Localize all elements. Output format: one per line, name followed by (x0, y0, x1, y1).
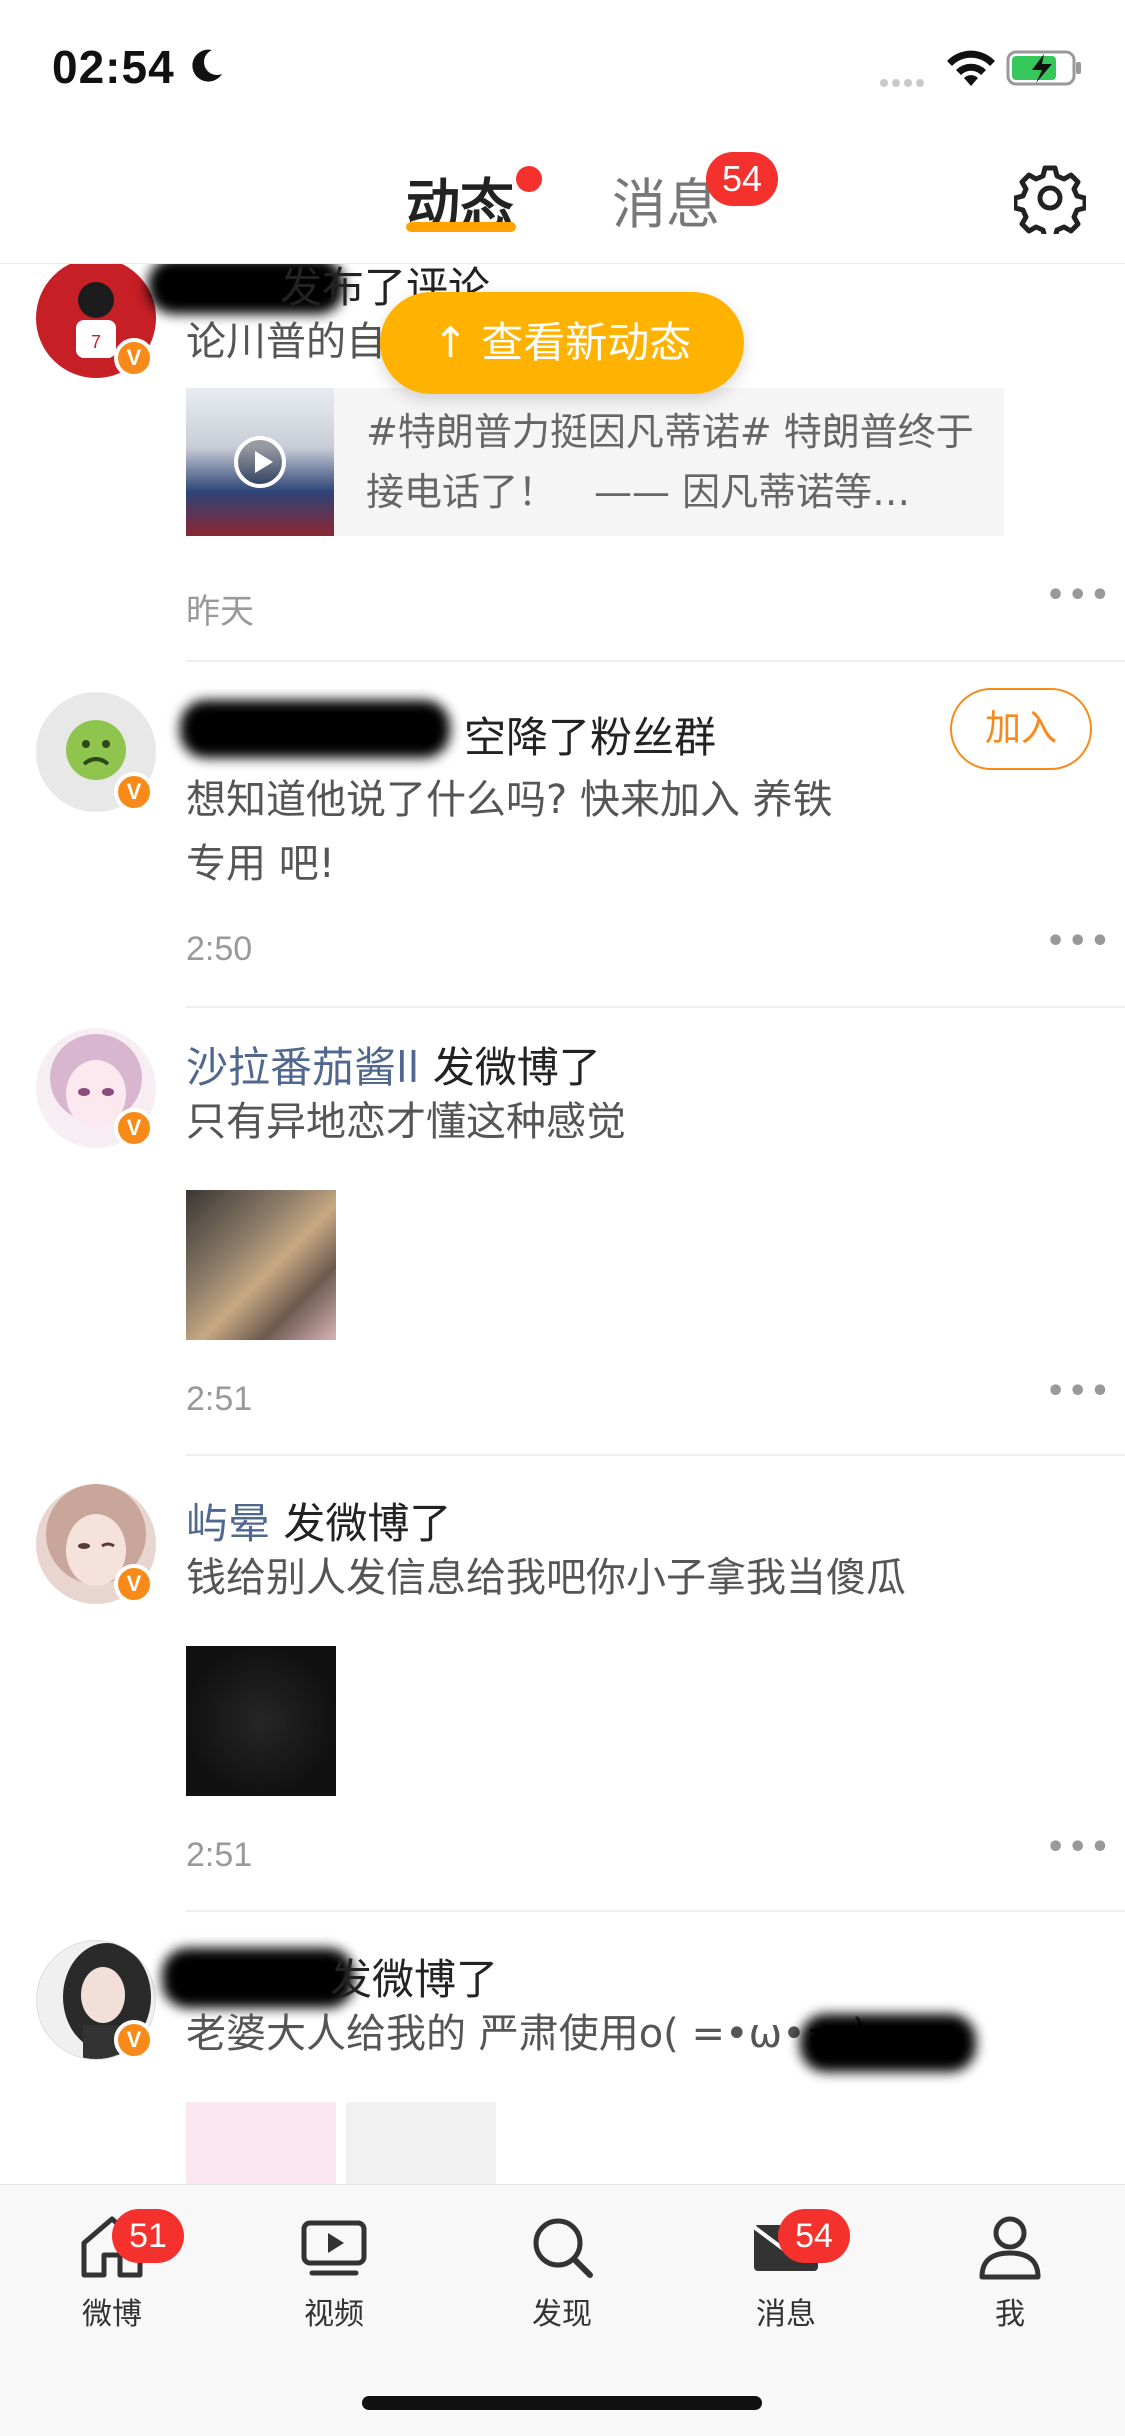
verified-badge-icon: V (114, 2020, 154, 2060)
feed-item[interactable]: V 屿晕 发微博了 钱给别人发信息给我吧你小子拿我当傻瓜 2:51 ••• (0, 1484, 1125, 1944)
nav-home[interactable]: 微博 51 (32, 2209, 192, 2351)
comment-text: 论川普的自 (186, 319, 386, 365)
video-thumbnail (186, 388, 334, 536)
join-group-button[interactable]: 加入 (950, 688, 1092, 770)
post-text: 老婆大人给我的 严肃使用o( =•ω•= ) (186, 2011, 868, 2057)
post-text: 钱给别人发信息给我吧你小子拿我当傻瓜 (186, 1555, 906, 1601)
nav-profile[interactable]: 我 (930, 2211, 1090, 2351)
timestamp: 2:50 (186, 930, 253, 968)
tab-active-indicator (406, 222, 516, 232)
nav-messages[interactable]: 消息 54 (706, 2209, 866, 2351)
post-header: 屿晕 发微博了 (186, 1490, 451, 1551)
tab-messages[interactable]: 消息 (612, 160, 720, 239)
verified-badge-icon: V (114, 1108, 154, 1148)
redacted-text (800, 2014, 976, 2072)
divider (186, 1454, 1125, 1456)
divider (186, 1006, 1125, 1008)
more-options-icon[interactable]: ••• (1046, 924, 1113, 959)
activity-feed: 7 V 发布了评论 论川普的自 #特朗普力挺因凡蒂诺# 特朗普终于接电话了！ —… (0, 264, 1125, 2184)
more-options-icon[interactable]: ••• (1046, 1830, 1113, 1865)
nav-video[interactable]: 视频 (254, 2211, 414, 2351)
action-text: 发微博了 (283, 1499, 452, 1548)
feed-item[interactable]: V 发微博了 老婆大人给我的 严肃使用o( =•ω•= ) (0, 1940, 1125, 2184)
battery-icon (1006, 50, 1081, 86)
post-image[interactable] (186, 1646, 336, 1796)
more-options-icon[interactable]: ••• (1046, 1374, 1113, 1409)
top-tab-bar: 动态 消息 54 (0, 132, 1125, 264)
more-options-icon[interactable]: ••• (1046, 578, 1113, 613)
wifi-icon (947, 50, 995, 86)
verified-badge-icon: V (114, 1564, 154, 1604)
post-image[interactable] (186, 2102, 336, 2184)
tab-messages-badge: 54 (706, 152, 778, 206)
action-text: 发微博了 (330, 1955, 499, 2004)
feed-item[interactable]: V 空降了粉丝群 加入 想知道他说了什么吗? 快来加入 养铁专用 吧! 2:50… (0, 688, 1125, 1022)
verified-badge-icon: V (114, 772, 154, 812)
nav-discover[interactable]: 发现 (482, 2211, 642, 2351)
svg-text:7: 7 (91, 332, 101, 352)
post-image[interactable] (186, 1190, 336, 1340)
nav-discover-label: 发现 (532, 2297, 592, 2332)
new-indicator-dot (516, 166, 542, 192)
post-text: 只有异地恋才懂这种感觉 (186, 1099, 626, 1145)
action-text: 空降了粉丝群 (464, 713, 717, 762)
nav-video-label: 视频 (304, 2297, 364, 2332)
nav-messages-badge: 54 (778, 2209, 850, 2263)
search-icon (533, 2218, 593, 2278)
nav-profile-label: 我 (995, 2297, 1025, 2332)
status-time: 02:54 (52, 41, 175, 93)
settings-gear-icon[interactable] (1014, 162, 1086, 234)
username-link[interactable]: 屿晕 (186, 1499, 270, 1548)
video-icon (301, 2220, 367, 2276)
cellular-signal-icon (880, 72, 928, 91)
nav-home-label: 微博 (82, 2297, 142, 2332)
verified-badge-icon: V (114, 338, 154, 378)
moon-icon (192, 49, 222, 82)
post-header: 沙拉番茄酱ll 发微博了 (186, 1034, 601, 1095)
video-card[interactable]: #特朗普力挺因凡蒂诺# 特朗普终于接电话了！ —— 因凡蒂诺等… (186, 388, 1004, 536)
divider (186, 660, 1125, 662)
nav-messages-label: 消息 (756, 2297, 816, 2332)
nav-home-badge: 51 (112, 2209, 184, 2263)
divider (186, 1910, 1125, 1912)
timestamp: 2:51 (186, 1836, 253, 1874)
post-text: 想知道他说了什么吗? 快来加入 养铁专用 吧! (186, 777, 833, 887)
redacted-username (162, 1948, 354, 2008)
video-card-text: #特朗普力挺因凡蒂诺# 特朗普终于接电话了！ —— 因凡蒂诺等… (366, 410, 974, 514)
timestamp: 昨天 (186, 593, 254, 631)
username-link[interactable]: 沙拉番茄酱ll (186, 1043, 419, 1092)
action-text: 发微博了 (432, 1043, 601, 1092)
home-indicator[interactable] (362, 2396, 762, 2410)
play-icon (234, 436, 286, 488)
timestamp: 2:51 (186, 1380, 253, 1418)
feed-item[interactable]: V 沙拉番茄酱ll 发微博了 只有异地恋才懂这种感觉 2:51 ••• (0, 1028, 1125, 1488)
post-image[interactable] (346, 2102, 496, 2184)
redacted-username (180, 700, 450, 758)
view-new-updates-button[interactable]: ↑ 查看新动态 (380, 292, 744, 394)
profile-icon (979, 2216, 1041, 2280)
status-bar: 02:54 (0, 0, 1125, 132)
